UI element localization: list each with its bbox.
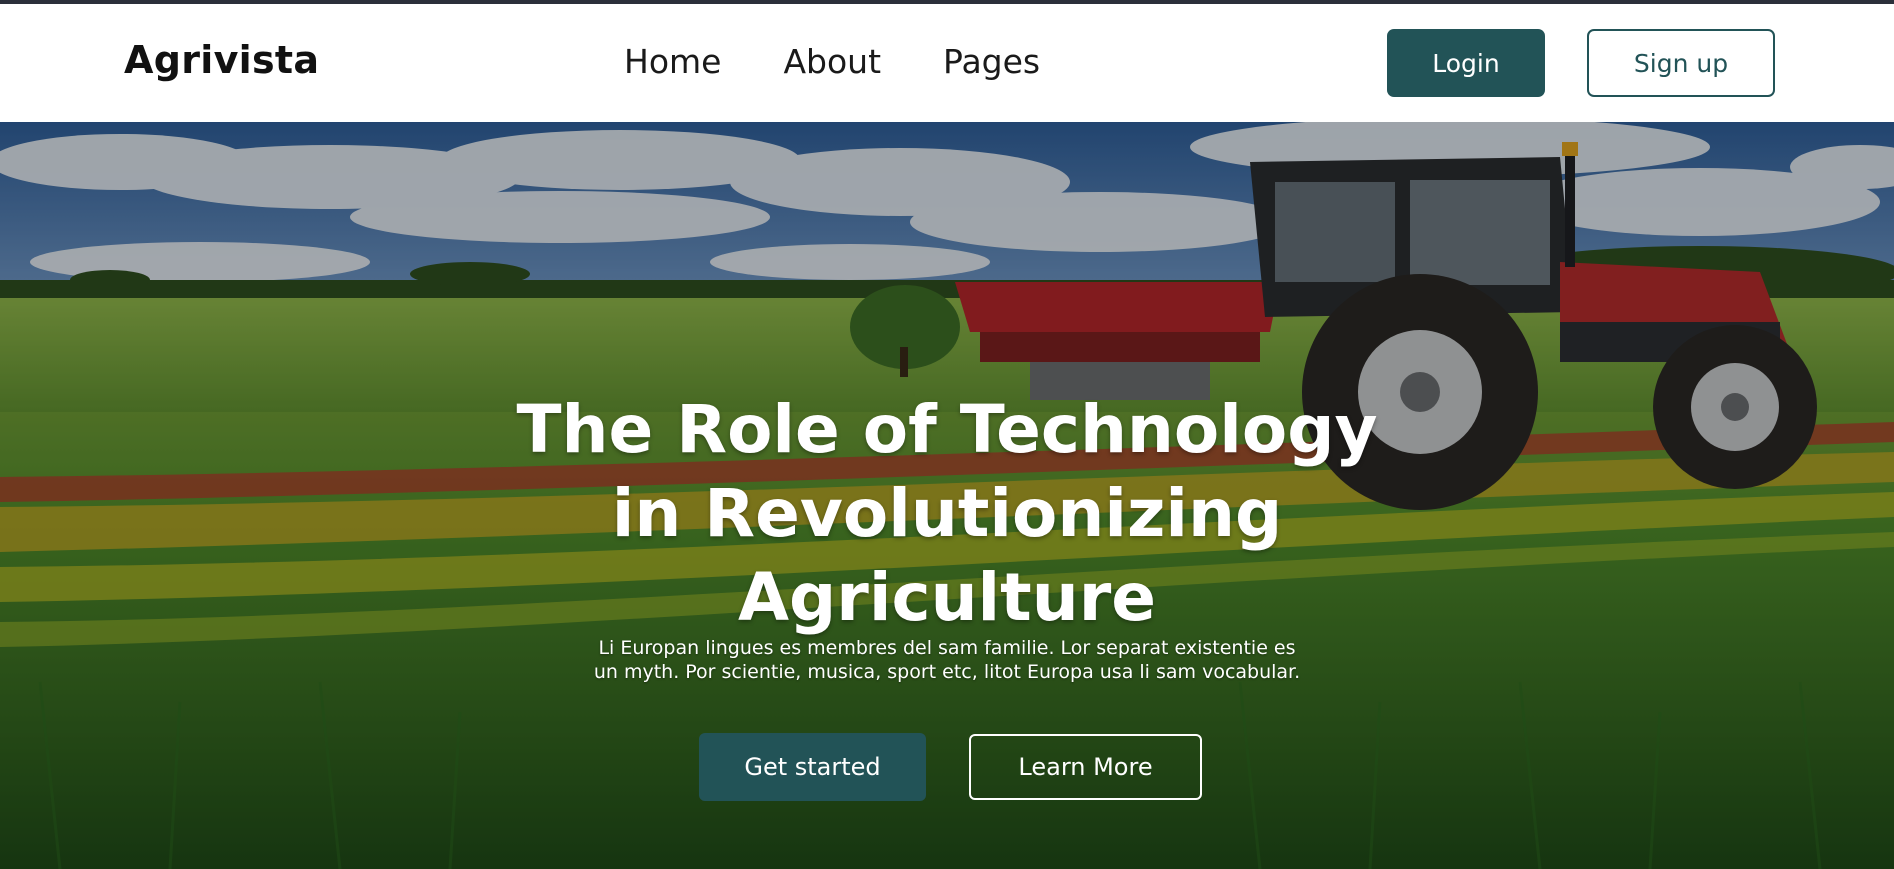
hero-subtitle-line-1: Li Europan lingues es membres del sam fa…	[598, 637, 1296, 659]
hero-content: The Role of Technology in Revolutionizin…	[0, 122, 1894, 869]
brand-logo[interactable]: Agrivista	[124, 38, 319, 82]
learn-more-button[interactable]: Learn More	[969, 734, 1202, 800]
hero-title-line-1: The Role of Technology	[516, 391, 1378, 468]
get-started-button[interactable]: Get started	[699, 733, 926, 801]
hero-title: The Role of Technology in Revolutionizin…	[447, 388, 1447, 640]
hero-title-line-3: Agriculture	[737, 559, 1157, 636]
hero-title-line-2: in Revolutionizing	[611, 475, 1283, 552]
navbar: Agrivista Home About Pages Login Sign up	[0, 4, 1894, 122]
nav-link-pages[interactable]: Pages	[943, 42, 1040, 81]
hero-section: The Role of Technology in Revolutionizin…	[0, 122, 1894, 869]
signup-button[interactable]: Sign up	[1587, 29, 1775, 97]
nav-link-home[interactable]: Home	[624, 42, 721, 81]
login-button[interactable]: Login	[1387, 29, 1545, 97]
nav-link-about[interactable]: About	[783, 42, 881, 81]
hero-subtitle: Li Europan lingues es membres del sam fa…	[560, 636, 1334, 684]
nav-links: Home About Pages	[624, 42, 1102, 81]
hero-subtitle-line-2: un myth. Por scientie, musica, sport etc…	[593, 661, 1301, 683]
